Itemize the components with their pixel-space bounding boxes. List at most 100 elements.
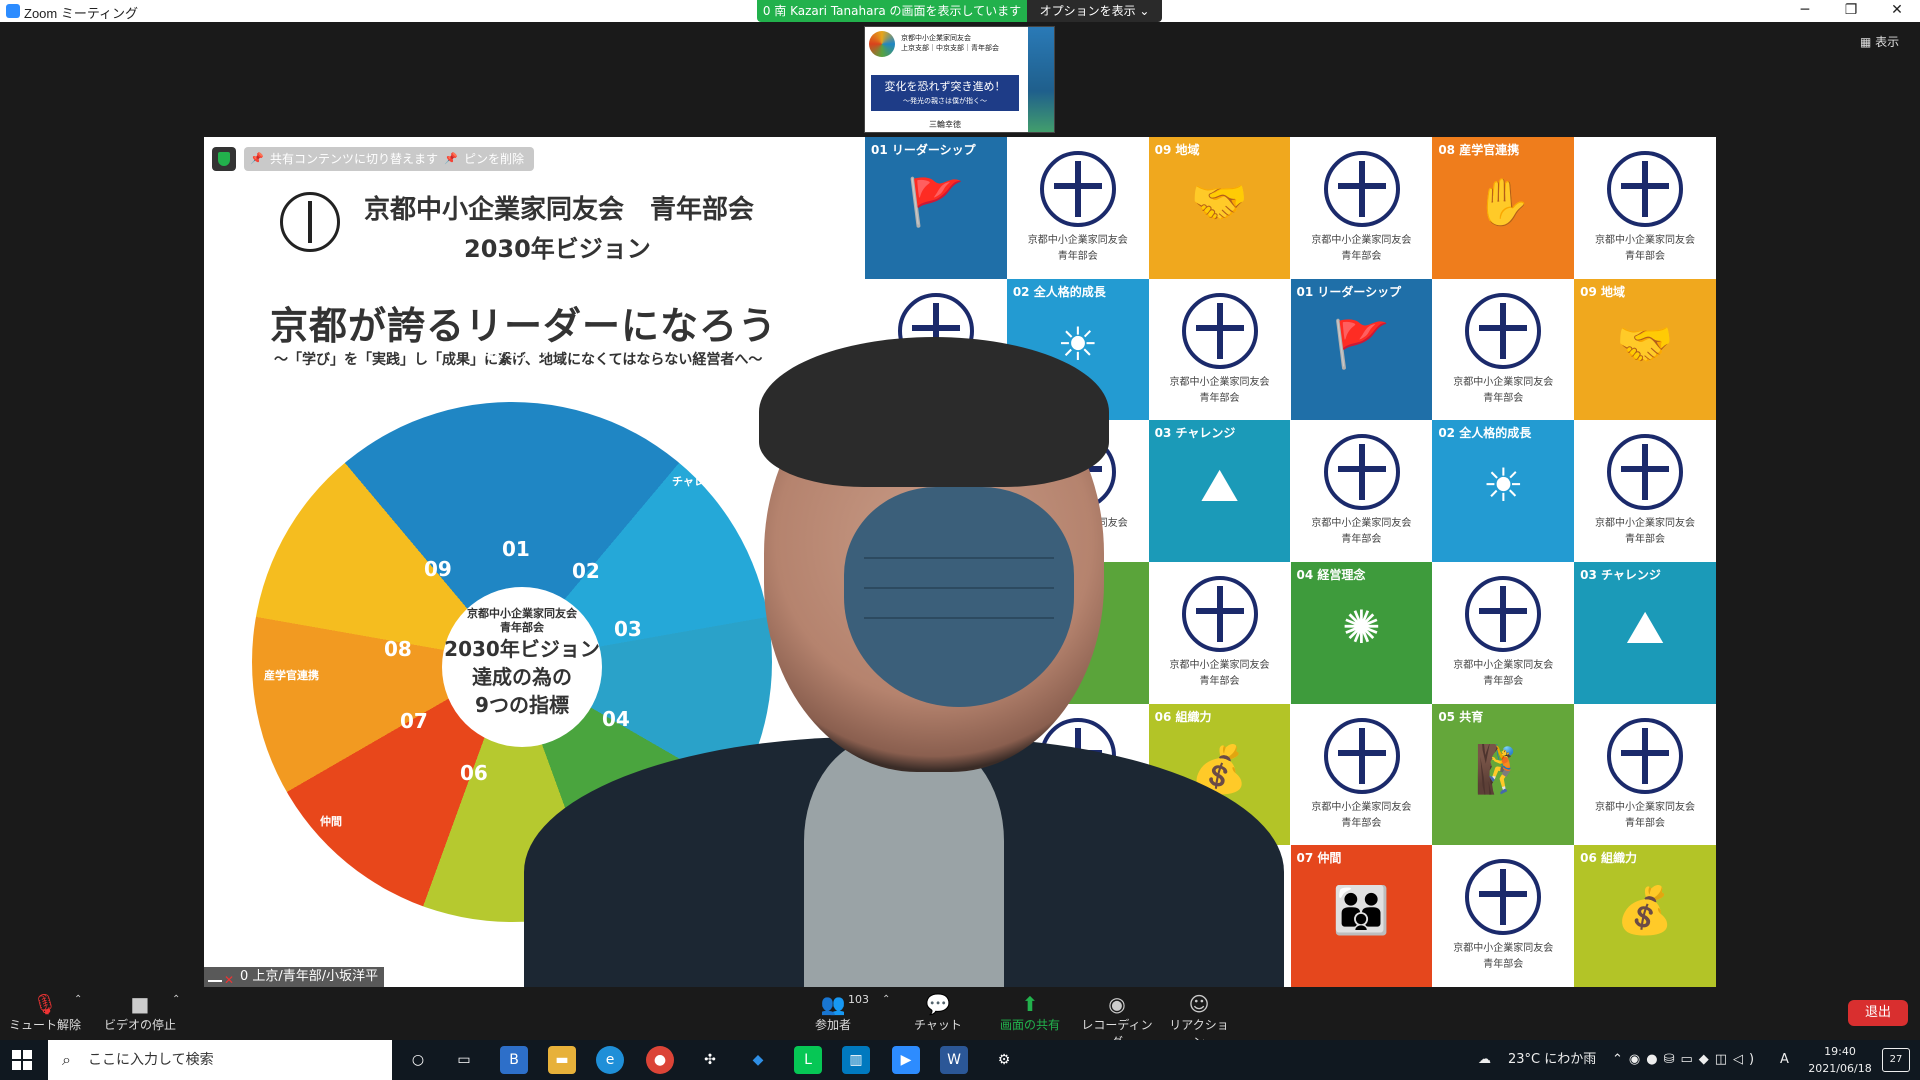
settings-gear-icon[interactable]: ⚙ (990, 1046, 1018, 1074)
tile-header: 02 全人格的成長 (1012, 284, 1106, 299)
weather-icon[interactable]: ☁ (1478, 1040, 1491, 1080)
video-options-caret-icon[interactable]: ⌃ (172, 994, 180, 1005)
taskbar-search-box[interactable]: ⌕ ここに入力して検索 (48, 1040, 392, 1080)
wheel-number: 08 (384, 637, 412, 661)
muted-mic-icon: ✕ (224, 973, 235, 987)
line-icon[interactable]: L (794, 1046, 822, 1074)
tile-header: 03 チャレンジ (1154, 426, 1236, 441)
security-shield-icon[interactable] (212, 147, 236, 171)
file-explorer-icon[interactable]: ▬ (548, 1046, 576, 1074)
chat-label: チャット (914, 1018, 962, 1032)
share-screen-button[interactable]: ⬆ 画面の共有 (990, 988, 1070, 1033)
association-logo-tile: 京都中小企業家同友会 青年部会 (1574, 137, 1716, 279)
presenter-mask (844, 487, 1074, 707)
logo-caption: 京都中小企業家同友会 青年部会 (1311, 801, 1412, 829)
association-logo-icon (1323, 151, 1400, 227)
association-logo-icon (1323, 434, 1400, 511)
bw-app-icon[interactable]: B (500, 1046, 528, 1074)
unpin-button[interactable]: ピンを削除 (438, 147, 535, 171)
task-view-icon[interactable]: ▭ (450, 1046, 478, 1074)
thumbnail-subtitle: 〜発光の親さは僕が指く〜 (903, 97, 987, 105)
chrome-icon[interactable]: ● (646, 1046, 674, 1074)
stop-video-button[interactable]: ■ ビデオの停止 (100, 988, 180, 1033)
mute-label: ミュート解除 (8, 1018, 81, 1032)
association-logo-tile: 京都中小企業家同友会 青年部会 (1290, 703, 1433, 846)
ime-indicator[interactable]: A (1780, 1040, 1789, 1080)
view-layout-button[interactable]: ▦ 表示 (1860, 33, 1899, 50)
indicator-tile: 04 経営理念 ✺ (1290, 562, 1433, 704)
association-logo-icon (1181, 576, 1258, 652)
participants-caret-icon[interactable]: ⌃ (882, 994, 890, 1005)
leave-button[interactable]: 退出 (1848, 1000, 1908, 1026)
association-logo-icon (1039, 151, 1116, 227)
restore-button[interactable]: ❐ (1828, 0, 1874, 22)
dropbox-icon[interactable]: ◆ (744, 1046, 772, 1074)
tile-header: 05 共育 (1438, 709, 1484, 724)
indicator-tile: 01 リーダーシップ 🚩 (1290, 278, 1433, 421)
share-label: 画面の共有 (999, 1018, 1060, 1032)
indicator-tile: 02 全人格的成長 ☀ (1432, 420, 1575, 563)
logo-caption: 京都中小企業家同友会 青年部会 (1595, 518, 1696, 546)
search-icon: ⌕ (62, 1050, 71, 1069)
wheel-center-text: 京都中小企業家同友会 青年部会 2030年ビジョン 達成の為の 9つの指標 (432, 607, 612, 719)
cortana-icon[interactable]: ○ (404, 1046, 432, 1074)
presenter-hair (759, 337, 1109, 487)
indicator-tile: 09 地域 🤝 (1148, 137, 1291, 279)
wheel-label: リーダーシップ (472, 349, 549, 362)
system-tray-icons[interactable]: ⌃◉●⛁▭◆◫◁) (1612, 1040, 1760, 1080)
center-small-1: 京都中小企業家同友会 (467, 607, 577, 620)
window-title: Zoom ミーティング (24, 6, 139, 21)
word-icon[interactable]: W (940, 1046, 968, 1074)
tile-header: 04 経営理念 (1296, 568, 1366, 582)
zoom-taskbar-icon[interactable]: ▶ (892, 1046, 920, 1074)
indicator-tile: 08 産学官連携 ✋ (1432, 137, 1575, 279)
clock-time: 19:40 (1824, 1045, 1856, 1058)
notification-center-icon[interactable]: 27 (1882, 1048, 1910, 1072)
edge-icon[interactable]: e (596, 1046, 624, 1074)
video-thumbnail[interactable]: 京都中小企業家同友会 上京支部｜中京支部｜青年部会 変化を恐れず突き進め！ 〜発… (864, 26, 1055, 133)
tile-pictogram-icon: ☀ (1482, 458, 1524, 513)
association-logo-icon (1465, 859, 1542, 936)
indicator-tile: 03 チャレンジ ⛰ (1148, 420, 1291, 563)
minimize-button[interactable]: ─ (1782, 0, 1828, 22)
association-logo-tile: 京都中小企業家同友会 青年部会 (1148, 562, 1291, 704)
close-button[interactable]: ✕ (1874, 0, 1920, 22)
slide-org-title: 京都中小企業家同友会 青年部会 (364, 195, 755, 225)
tile-header: 06 組織力 (1580, 851, 1638, 866)
indicator-tile: 06 組織力 💰 (1574, 845, 1716, 987)
thumbnail-name: 三輪幸徳 (929, 120, 961, 129)
trello-icon[interactable]: ▥ (842, 1046, 870, 1074)
indicator-tile: 09 地域 🤝 (1574, 278, 1716, 421)
logo-caption: 京都中小企業家同友会 青年部会 (1453, 376, 1554, 404)
association-logo-tile: 京都中小企業家同友会 青年部会 (1290, 420, 1433, 563)
shared-screen: 共有コンテンツに切り替えます ピンを削除 京都中小企業家同友会 青年部会 203… (204, 137, 1716, 987)
windows-start-icon[interactable] (12, 1050, 32, 1070)
indicator-tile: 03 チャレンジ ⛰ (1574, 562, 1716, 704)
windows-taskbar: ⌕ ここに入力して検索 ○ ▭ B ▬ e ● ✣ ◆ L ▥ ▶ W ⚙ ☁ … (0, 1040, 1920, 1080)
view-options-button[interactable]: オプションを表示 ⌄ (1027, 0, 1162, 22)
video-label: ビデオの停止 (103, 1018, 176, 1032)
association-logo-tile: 京都中小企業家同友会 青年部会 (1290, 137, 1433, 279)
weather-text[interactable]: 23°C にわか雨 (1508, 1040, 1596, 1080)
share-screen-icon: ⬆ (1021, 992, 1039, 1016)
tile-pictogram-icon: ⛰ (1200, 458, 1239, 513)
association-logo-tile: 京都中小企業家同友会 青年部会 (1432, 562, 1575, 704)
tile-pictogram-icon: 🚩 (907, 175, 965, 229)
logo-caption: 京都中小企業家同友会 青年部会 (1169, 660, 1270, 687)
logo-caption: 京都中小企業家同友会 青年部会 (1595, 235, 1696, 262)
taskbar-clock[interactable]: 19:40 2021/06/18 (1800, 1043, 1880, 1077)
chat-button[interactable]: 💬 チャット (912, 988, 964, 1033)
tile-header: 01 リーダーシップ (1296, 284, 1402, 299)
tile-header: 02 全人格的成長 (1438, 426, 1532, 441)
mute-button[interactable]: 🎙 ミュート解除 (8, 988, 82, 1033)
audio-options-caret-icon[interactable]: ⌃ (74, 994, 82, 1005)
wheel-label: チャレ (672, 475, 705, 488)
tile-header: 03 チャレンジ (1580, 568, 1661, 582)
wheel-number: 01 (502, 537, 530, 561)
wheel-label: 産学官連携 (264, 669, 319, 682)
slack-icon[interactable]: ✣ (696, 1046, 724, 1074)
tile-header: 09 地域 (1580, 284, 1626, 299)
tile-pictogram-icon: ⛰ (1625, 600, 1665, 654)
switch-to-shared-content-button[interactable]: 共有コンテンツに切り替えます (244, 147, 449, 171)
indicator-tile: 01 リーダーシップ 🚩 (865, 137, 1007, 279)
